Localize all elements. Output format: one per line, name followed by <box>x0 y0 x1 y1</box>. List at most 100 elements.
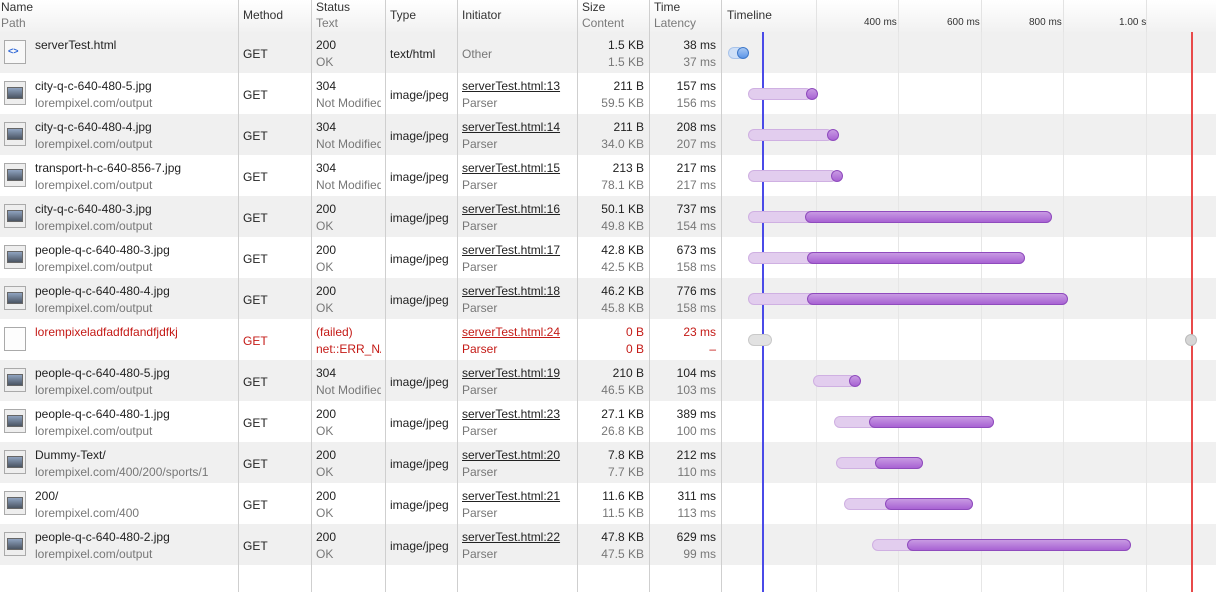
request-path: lorempixel.com/output <box>35 260 153 274</box>
request-path: lorempixel.com/output <box>35 424 153 438</box>
request-name[interactable]: people-q-c-640-480-4.jpg <box>35 284 170 298</box>
cell-initiator: serverTest.html:24 Parser <box>462 319 576 360</box>
request-name[interactable]: people-q-c-640-480-3.jpg <box>35 243 170 257</box>
timeline-bar-receiving[interactable] <box>827 129 840 141</box>
column-header-initiator[interactable]: Initiator <box>462 0 572 32</box>
request-name[interactable]: Dummy-Text/ <box>35 448 106 462</box>
timeline-bar-waiting[interactable] <box>747 170 838 182</box>
request-name[interactable]: city-q-c-640-480-5.jpg <box>35 79 152 93</box>
column-header-type[interactable]: Type <box>390 0 454 32</box>
cell-name[interactable]: people-q-c-640-480-5.jpg lorempixel.com/o… <box>0 360 238 401</box>
column-divider[interactable] <box>721 0 722 592</box>
request-method: GET <box>243 375 268 389</box>
timeline-tick-label: 1.00 s <box>1119 17 1147 28</box>
cell-name[interactable]: people-q-c-640-480-1.jpg lorempixel.com/o… <box>0 401 238 442</box>
timeline-bar-receiving[interactable] <box>805 211 1052 223</box>
column-header-size[interactable]: Size Content <box>582 0 646 32</box>
timeline-bar-receiving[interactable] <box>868 416 994 428</box>
request-row[interactable]: city-q-c-640-480-5.jpg lorempixel.com/out… <box>0 73 1216 114</box>
initiator-link[interactable]: serverTest.html:20 <box>462 448 560 462</box>
request-row[interactable]: 200/lorempixel.com/400 GET 200 OK image/jpeg… <box>0 483 1216 524</box>
blank-file-icon <box>4 327 26 351</box>
timeline-bar-receiving[interactable] <box>906 539 1132 551</box>
column-divider[interactable] <box>649 0 650 592</box>
request-row[interactable]: city-q-c-640-480-4.jpg lorempixel.com/out… <box>0 114 1216 155</box>
cell-size: 7.8 KB 7.7 KB <box>580 442 646 483</box>
status-text: net::ERR_NAME_NOT_RESOLVED <box>316 342 381 356</box>
request-row[interactable]: people-q-c-640-480-1.jpg lorempixel.com/o… <box>0 401 1216 442</box>
cell-time: 776 ms 158 ms <box>652 278 718 319</box>
initiator-type: Parser <box>462 342 498 356</box>
cell-name[interactable]: lorempixeladfadfdfandfjdfkj <box>0 319 238 360</box>
request-row[interactable]: lorempixeladfadfdfandfjdfkj GET (failed) ne… <box>0 319 1216 360</box>
column-header-name[interactable]: Name Path <box>1 0 237 32</box>
initiator-type: Parser <box>462 219 498 233</box>
timeline-bar-receiving[interactable] <box>875 457 924 469</box>
cell-name[interactable]: <> serverTest.html <box>0 32 238 73</box>
column-divider[interactable] <box>311 0 312 592</box>
initiator-link[interactable]: serverTest.html:18 <box>462 284 560 298</box>
request-row[interactable]: Dummy-Text/lorempixel.com/400/200/sports… <box>0 442 1216 483</box>
timeline-bar-receiving[interactable] <box>884 498 973 510</box>
initiator-link[interactable]: serverTest.html:17 <box>462 243 560 257</box>
request-row[interactable]: <> serverTest.html GET 200 OK text/html Other 1… <box>0 32 1216 73</box>
request-name[interactable]: people-q-c-640-480-5.jpg <box>35 366 170 380</box>
cell-name[interactable]: people-q-c-640-480-3.jpg lorempixel.com/o… <box>0 237 238 278</box>
column-divider[interactable] <box>238 0 239 592</box>
request-name[interactable]: serverTest.html <box>35 38 116 52</box>
initiator-link[interactable]: serverTest.html:13 <box>462 79 560 93</box>
timeline-bar-receiving[interactable] <box>806 252 1026 264</box>
request-name[interactable]: transport-h-c-640-856-7.jpg <box>35 161 181 175</box>
column-divider[interactable] <box>385 0 386 592</box>
initiator-type: Parser <box>462 137 498 151</box>
initiator-link[interactable]: serverTest.html:15 <box>462 161 560 175</box>
request-row[interactable]: people-q-c-640-480-3.jpg lorempixel.com/o… <box>0 237 1216 278</box>
cell-name[interactable]: transport-h-c-640-856-7.jpg lorempixel.co… <box>0 155 238 196</box>
request-name[interactable]: 200/ <box>35 489 58 503</box>
initiator-link[interactable]: serverTest.html:14 <box>462 120 560 134</box>
cell-name[interactable]: Dummy-Text/lorempixel.com/400/200/sports… <box>0 442 238 483</box>
initiator-link[interactable]: serverTest.html:21 <box>462 489 560 503</box>
cell-size: 47.8 KB 47.5 KB <box>580 524 646 565</box>
cell-method: GET <box>243 319 309 360</box>
image-thumb-icon <box>4 491 26 515</box>
initiator-type: Parser <box>462 383 498 397</box>
timeline-bar-receiving[interactable] <box>806 293 1068 305</box>
status-text: Not Modified <box>316 178 381 192</box>
initiator-link[interactable]: serverTest.html:16 <box>462 202 560 216</box>
request-name[interactable]: city-q-c-640-480-3.jpg <box>35 202 152 216</box>
column-divider[interactable] <box>457 0 458 592</box>
latency: 110 ms <box>677 465 716 479</box>
request-name[interactable]: city-q-c-640-480-4.jpg <box>35 120 152 134</box>
initiator-link[interactable]: serverTest.html:24 <box>462 325 560 339</box>
timeline-bar-waiting[interactable] <box>747 88 813 100</box>
cell-name[interactable]: people-q-c-640-480-2.jpg lorempixel.com/o… <box>0 524 238 565</box>
column-divider[interactable] <box>577 0 578 592</box>
cell-name[interactable]: city-q-c-640-480-5.jpg lorempixel.com/out… <box>0 73 238 114</box>
timeline-failed-bar[interactable] <box>747 334 772 346</box>
column-header-status[interactable]: Status Text <box>316 0 384 32</box>
column-header-method[interactable]: Method <box>243 0 309 32</box>
cell-name[interactable]: people-q-c-640-480-4.jpg lorempixel.com/o… <box>0 278 238 319</box>
cell-name[interactable]: city-q-c-640-480-4.jpg lorempixel.com/out… <box>0 114 238 155</box>
total-time: 157 ms <box>676 79 716 93</box>
cell-time: 38 ms 37 ms <box>652 32 718 73</box>
initiator-link[interactable]: serverTest.html:22 <box>462 530 560 544</box>
request-name[interactable]: people-q-c-640-480-1.jpg <box>35 407 170 421</box>
request-name[interactable]: lorempixeladfadfdfandfjdfkj <box>35 325 178 339</box>
cell-name[interactable]: 200/lorempixel.com/400 <box>0 483 238 524</box>
column-header-time[interactable]: Time Latency <box>654 0 718 32</box>
initiator-link[interactable]: serverTest.html:23 <box>462 407 560 421</box>
request-name[interactable]: people-q-c-640-480-2.jpg <box>35 530 170 544</box>
initiator-link[interactable]: serverTest.html:19 <box>462 366 560 380</box>
timeline-bar-receiving[interactable] <box>806 88 819 100</box>
timeline-bar-waiting[interactable] <box>747 129 834 141</box>
cell-type: image/jpeg <box>390 196 456 237</box>
latency: 103 ms <box>676 383 716 397</box>
total-time: 776 ms <box>676 284 716 298</box>
cell-name[interactable]: city-q-c-640-480-3.jpg lorempixel.com/out… <box>0 196 238 237</box>
request-row[interactable]: people-q-c-640-480-5.jpg lorempixel.com/o… <box>0 360 1216 401</box>
cell-time: 389 ms 100 ms <box>652 401 718 442</box>
request-method: GET <box>243 211 268 225</box>
request-row[interactable]: transport-h-c-640-856-7.jpg lorempixel.co… <box>0 155 1216 196</box>
